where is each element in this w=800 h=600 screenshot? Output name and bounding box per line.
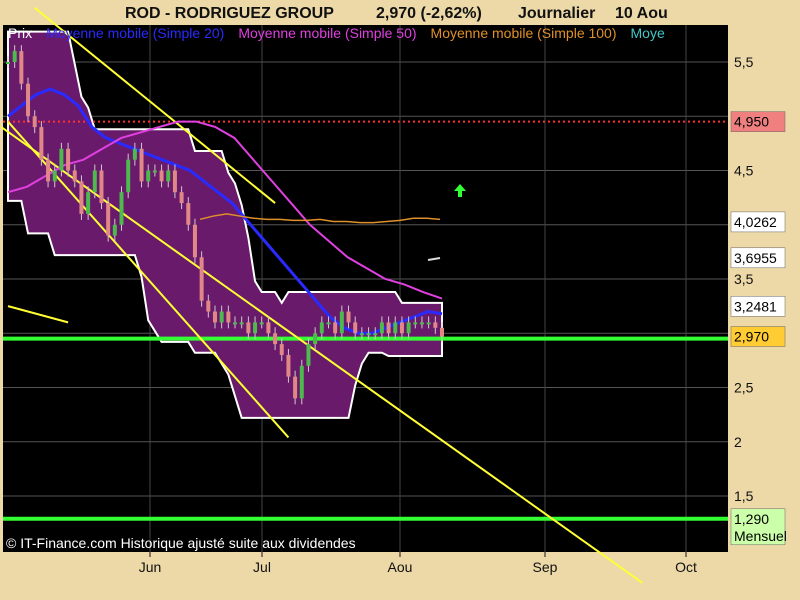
x-tick-label: Aou [388, 559, 413, 575]
candle-body [112, 224, 117, 236]
candle-body [373, 333, 378, 336]
copyright-note: © IT-Finance.com Historique ajusté suite… [6, 535, 356, 551]
candle-body [119, 192, 124, 225]
candle-body [379, 322, 384, 334]
candle-body [199, 257, 204, 301]
candle-body [146, 170, 151, 182]
candle-body [253, 322, 258, 334]
price-flag-label: 1,290 [734, 511, 769, 527]
chart-title-date: 10 Aou [615, 5, 668, 22]
candle-body [246, 322, 251, 334]
legend-item: Moyenne mobile (Simple 20) [46, 25, 224, 41]
candle-body [126, 159, 131, 193]
candle-body [266, 322, 271, 334]
price-flag-label: 3,2481 [734, 298, 777, 314]
candle-body [346, 311, 351, 323]
candle-body [353, 322, 358, 334]
x-axis-labels: Jun Jul Aou Sep Oct [139, 552, 697, 575]
candle-body [152, 170, 157, 173]
x-tick-label: Jun [139, 559, 162, 575]
candle-body [39, 127, 44, 160]
candle-body [393, 322, 398, 334]
y-tick-label: 4,5 [734, 163, 754, 179]
legend-item: Prix [8, 25, 32, 41]
stock-chart: ROD - RODRIGUEZ GROUP 2,970 (-2,62%) Jou… [0, 5, 787, 584]
legend-item: Moyenne mobile (Simple 50) [238, 25, 416, 41]
candle-body [186, 203, 191, 225]
candle-body [52, 170, 57, 182]
x-tick-label: Sep [533, 559, 558, 575]
x-tick-label: Oct [675, 559, 697, 575]
price-flag-label: 4,0262 [734, 214, 777, 230]
candle-body [440, 327, 444, 337]
candle-body [159, 170, 164, 182]
candle-body [99, 170, 104, 204]
candle-body [92, 170, 97, 193]
candle-body [139, 148, 144, 182]
candle-body [32, 116, 37, 128]
price-flag-label: 3,6955 [734, 250, 777, 266]
chart-title-period: Journalier [518, 5, 595, 22]
y-tick-label: 1,5 [734, 488, 754, 504]
candle-body [219, 311, 224, 323]
candle-body [306, 344, 311, 366]
candle-body [46, 159, 51, 182]
price-flag-label: 2,970 [734, 329, 769, 345]
chart-title-name: ROD - RODRIGUEZ GROUP [125, 5, 334, 22]
y-tick-label: 3,5 [734, 271, 754, 287]
price-flag-sublabel: Mensuel [734, 528, 787, 544]
price-flag-label: 4,950 [734, 114, 769, 130]
candle-body [426, 322, 431, 325]
candle-body [6, 62, 10, 64]
candle-body [419, 322, 424, 325]
candle-body [79, 181, 84, 214]
candle-body [273, 333, 278, 345]
candle-body [366, 333, 371, 336]
candle-body [132, 148, 137, 160]
y-tick-label: 5,5 [734, 54, 754, 70]
candle-body [26, 83, 31, 117]
candle-body [313, 333, 318, 345]
y-tick-label: 2,5 [734, 380, 754, 396]
candle-body [233, 322, 238, 325]
candle-body [333, 322, 338, 334]
candle-body [72, 170, 77, 182]
candle-body [386, 322, 391, 334]
candle-body [319, 322, 324, 334]
chart-legend: Prix Moyenne mobile (Simple 20) Moyenne mo… [8, 25, 665, 41]
candle-body [19, 51, 24, 84]
candle-body [12, 51, 17, 62]
candle-body [293, 376, 298, 399]
plot-background [3, 25, 728, 552]
candle-body [106, 203, 111, 236]
candle-body [172, 170, 177, 193]
candle-body [226, 311, 231, 323]
candle-body [192, 224, 197, 258]
y-tick-label: 2 [734, 434, 742, 450]
candle-body [286, 354, 291, 377]
candle-body [66, 148, 71, 171]
candle-body [279, 344, 284, 355]
candle-body [406, 322, 411, 334]
candle-body [399, 322, 404, 334]
legend-item: Moye [631, 25, 665, 41]
chart-title-price: 2,970 (-2,62%) [376, 5, 482, 22]
candle-body [326, 322, 331, 325]
candle-body [86, 192, 91, 214]
candle-body [59, 148, 64, 171]
candle-body [339, 311, 344, 334]
candle-body [206, 300, 211, 312]
legend-item: Moyenne mobile (Simple 100) [431, 25, 617, 41]
x-tick-label: Jul [253, 559, 271, 575]
candle-body [239, 322, 244, 325]
candle-body [166, 170, 171, 182]
candle-body [212, 311, 217, 323]
candle-body [433, 322, 438, 328]
candle-body [299, 365, 304, 399]
candle-body [359, 333, 364, 336]
candle-body [179, 192, 184, 204]
candle-body [259, 322, 264, 325]
candle-body [413, 322, 418, 325]
